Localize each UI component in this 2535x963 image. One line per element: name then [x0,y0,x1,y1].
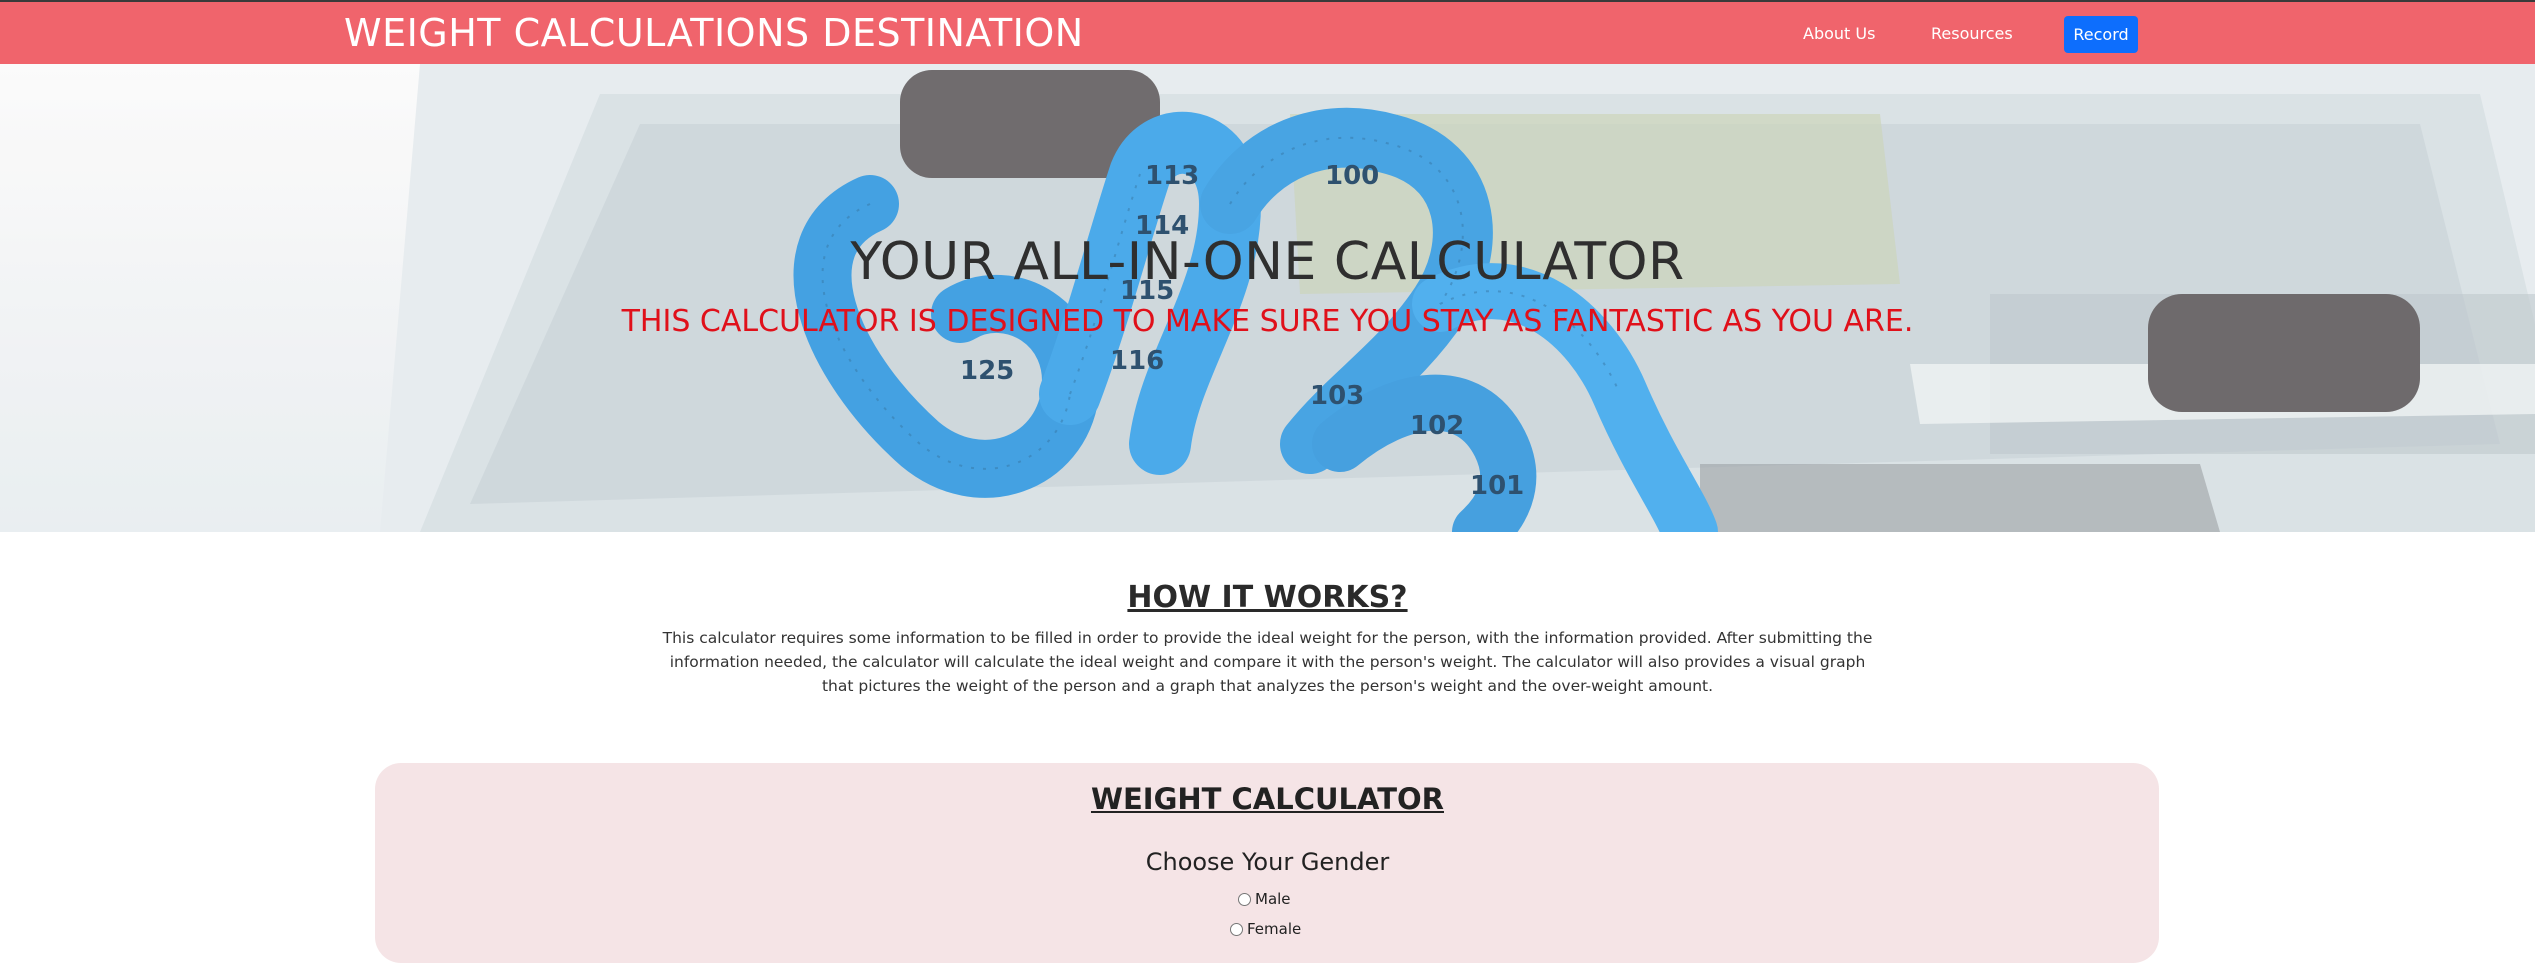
gender-option-female[interactable]: Female [1230,920,1301,938]
male-label: Male [1255,890,1291,908]
nav-resources-link[interactable]: Resources [1931,16,2013,52]
female-radio[interactable] [1230,922,1243,936]
nav-about-us-link[interactable]: About Us [1803,16,1875,52]
hero-background-image: 113 114 100 115 116 125 103 102 101 [0,64,2535,532]
hero-banner: 113 114 100 115 116 125 103 102 101 YOUR… [0,64,2535,532]
brand-title[interactable]: WEIGHT CALCULATIONS DESTINATION [344,6,1084,60]
record-button[interactable]: Record [2064,16,2138,53]
calculator-heading: WEIGHT CALCULATOR [1090,782,1444,816]
gender-heading: Choose Your Gender [1145,848,1390,876]
hero-title: YOUR ALL-IN-ONE CALCULATOR [850,232,1685,292]
gender-option-male[interactable]: Male [1238,890,1291,908]
hero-subtitle: THIS CALCULATOR IS DESIGNED TO MAKE SURE… [621,304,1914,339]
navbar: WEIGHT CALCULATIONS DESTINATION About Us… [0,2,2535,64]
how-it-works-heading: HOW IT WORKS? [1127,580,1408,615]
how-it-works-text: This calculator requires some informatio… [662,629,1873,695]
male-radio[interactable] [1238,892,1251,906]
female-label: Female [1247,920,1302,938]
